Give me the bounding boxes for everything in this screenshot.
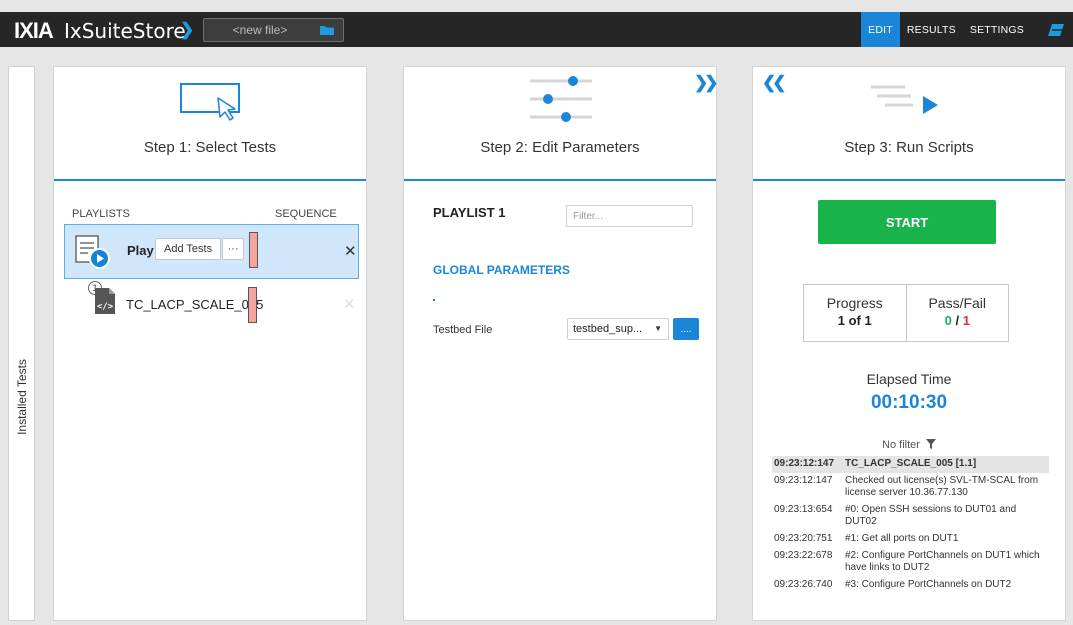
progress-value: 1 of 1	[837, 313, 872, 328]
sequence-label: SEQUENCE	[275, 208, 337, 220]
log-row: 09:23:20:751 #1: Get all ports on DUT1	[772, 531, 1049, 548]
step2-title: Step 2: Edit Parameters	[480, 139, 640, 156]
log-message: #1: Get all ports on DUT1	[845, 533, 959, 544]
collapse-left-icon[interactable]: ❮❮	[762, 73, 786, 93]
file-selector[interactable]	[203, 18, 344, 42]
elapsed-time-label: Elapsed Time	[866, 371, 952, 387]
log-timestamp: 09:23:26:740	[774, 579, 833, 590]
test-row[interactable]: 1 </> TC_LACP_SCALE_005 ✕	[64, 281, 359, 331]
step2-panel: ❯❯ Step 2: Edit Parameters PLAYLIST 1 GL…	[403, 66, 718, 621]
progress-label: Progress	[826, 295, 883, 311]
passfail-value: 0 / 1	[907, 313, 1009, 328]
playlists-label: PLAYLISTS	[72, 208, 130, 220]
log-timestamp: 09:23:13:654	[774, 504, 833, 515]
start-button[interactable]: START	[818, 200, 996, 244]
tab-edit[interactable]: EDIT	[861, 12, 900, 47]
fail-count: 1	[962, 313, 970, 328]
log-message: #0: Open SSH sessions to DUT01 and DUT02	[845, 504, 1017, 527]
step1-title: Step 1: Select Tests	[143, 139, 277, 156]
folder-icon[interactable]	[320, 25, 334, 35]
brand-icon[interactable]	[1039, 12, 1073, 47]
installed-tests-rail[interactable]: Installed Tests	[8, 66, 35, 621]
play-icon[interactable]	[89, 248, 110, 269]
step3-header: ❮❮ Step 3: Run Scripts	[753, 67, 1065, 181]
log-message: TC_LACP_SCALE_005 [1.1]	[845, 458, 977, 469]
tab-settings[interactable]: SETTINGS	[963, 12, 1031, 47]
test-name[interactable]: TC_LACP_SCALE_005	[126, 297, 263, 312]
remove-test-icon[interactable]: ✕	[343, 295, 356, 313]
testbed-file-value: testbed_sup...	[573, 323, 643, 335]
playlist-name[interactable]: Play	[127, 243, 154, 258]
sequence-bar[interactable]	[249, 232, 258, 268]
dropdown-caret-icon: ▼	[654, 324, 662, 333]
script-file-icon: </>	[95, 288, 115, 314]
collapse-right-icon[interactable]: ❯❯	[694, 73, 718, 93]
eraser-icon	[1048, 23, 1064, 36]
main-nav: EDIT RESULTS SETTINGS	[861, 12, 1073, 47]
select-cursor-icon	[180, 83, 240, 121]
log-row: 09:23:22:678 #2: Configure PortChannels o…	[772, 548, 1049, 577]
log-message: #3: Configure PortChannels on DUT2	[845, 579, 1012, 590]
svg-text:</>: </>	[97, 302, 114, 312]
sliders-icon	[530, 76, 592, 122]
run-stats: Progress 1 of 1 Pass/Fail 0 / 1	[803, 284, 1009, 342]
log-message: #2: Configure PortChannels on DUT1 which…	[845, 550, 1040, 573]
log-row: 09:23:13:654 #0: Open SSH sessions to DUT…	[772, 502, 1049, 531]
sequence-bar[interactable]	[248, 287, 257, 323]
playlist-row[interactable]: Play Add Tests ··· ✕	[64, 224, 359, 279]
passfail-stat: Pass/Fail 0 / 1	[905, 285, 1009, 341]
remove-playlist-icon[interactable]: ✕	[344, 242, 357, 260]
step1-header: Step 1: Select Tests	[54, 67, 366, 181]
log-row: 09:23:26:740 #3: Configure PortChannels o…	[772, 577, 1049, 594]
log-row: 09:23:12:147 TC_LACP_SCALE_005 [1.1]	[772, 456, 1049, 473]
global-parameters-heading[interactable]: GLOBAL PARAMETERS	[433, 263, 570, 277]
run-log[interactable]: 09:23:12:147 TC_LACP_SCALE_005 [1.1] 09:2…	[772, 456, 1049, 600]
log-timestamp: 09:23:12:147	[774, 458, 835, 469]
log-timestamp: 09:23:20:751	[774, 533, 833, 544]
filter-icon[interactable]	[925, 439, 936, 449]
playlist-title: PLAYLIST 1	[433, 205, 506, 220]
step1-panel: Step 1: Select Tests PLAYLISTS SEQUENCE …	[53, 66, 367, 621]
step3-panel: ❮❮ Step 3: Run Scripts START Progress 1 …	[752, 66, 1066, 621]
run-script-icon	[871, 85, 938, 114]
testbed-browse-button[interactable]: ....	[673, 318, 699, 340]
chevron-right-icon: ❯	[180, 20, 195, 39]
installed-tests-label: Installed Tests	[14, 359, 29, 435]
step2-header: ❯❯ Step 2: Edit Parameters	[404, 67, 718, 181]
log-filter[interactable]: No filter	[753, 439, 1065, 451]
step3-title: Step 3: Run Scripts	[844, 139, 974, 156]
passfail-separator: /	[955, 313, 960, 328]
log-message: Checked out license(s) SVL-TM-SCAL from …	[845, 475, 1039, 498]
testbed-file-select[interactable]: testbed_sup... ▼	[567, 318, 669, 340]
filter-input[interactable]	[566, 205, 693, 227]
add-tests-button[interactable]: Add Tests	[155, 238, 222, 260]
ixia-logo: IXIA	[14, 18, 54, 43]
file-name-input[interactable]	[204, 19, 316, 41]
log-filter-label: No filter	[882, 439, 920, 451]
progress-stat: Progress 1 of 1	[804, 285, 906, 341]
param-marker	[433, 299, 435, 301]
more-options-button[interactable]: ···	[222, 238, 244, 260]
pass-count: 0	[944, 313, 952, 328]
log-timestamp: 09:23:12:147	[774, 475, 833, 486]
elapsed-time-value: 00:10:30	[870, 392, 948, 413]
passfail-label: Pass/Fail	[928, 295, 987, 311]
app-title: IxSuiteStore	[64, 19, 186, 43]
testbed-file-label: Testbed File	[433, 324, 493, 336]
top-bar: IXIA IxSuiteStore ❯ EDIT RESULTS SETTING…	[0, 12, 1073, 47]
log-timestamp: 09:23:22:678	[774, 550, 833, 561]
log-row: 09:23:12:147 Checked out license(s) SVL-T…	[772, 473, 1049, 502]
tab-results[interactable]: RESULTS	[900, 12, 963, 47]
